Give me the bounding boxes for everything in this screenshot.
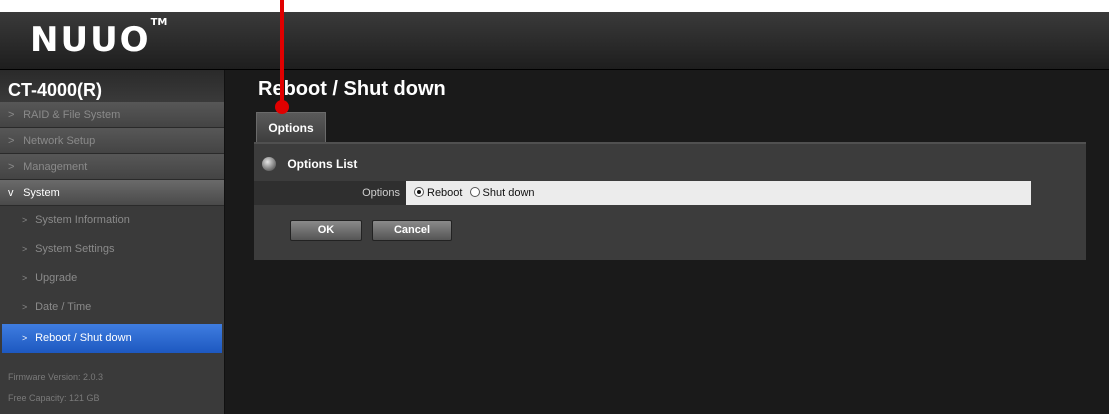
sidebar: CT-4000(R) > RAID & File System > Networ… (0, 70, 225, 414)
sidebar-subitem-upgrade[interactable]: > Upgrade (0, 264, 224, 293)
reboot-radio-option[interactable]: Reboot (414, 187, 466, 199)
app-window: NUUOTM CT-4000(R) > RAID & File System >… (0, 12, 1109, 414)
shut-down-label: Shut down (482, 187, 535, 199)
shut-down-radio-option[interactable]: Shut down (469, 187, 535, 199)
main-content: Reboot / Shut down Options Options List … (226, 70, 1109, 414)
options-label: Options (254, 181, 406, 205)
sidebar-item-label: RAID & File System (23, 109, 121, 121)
sidebar-subitem-system-settings[interactable]: > System Settings (0, 235, 224, 264)
options-panel: Options List Options Reboot Shut down OK… (254, 142, 1086, 260)
chevron-right-icon: > (22, 302, 28, 312)
options-list-bullet-icon (262, 157, 276, 171)
free-capacity: Free Capacity: 121 GB (8, 393, 100, 403)
chevron-right-icon: > (8, 161, 15, 173)
panel-header-label: Options List (287, 157, 358, 171)
sidebar-footer: Firmware Version: 2.0.3 Free Capacity: 1… (8, 367, 103, 409)
sidebar-subitem-system-information[interactable]: > System Information (0, 206, 224, 235)
tab-options[interactable]: Options (256, 112, 326, 142)
panel-header: Options List (262, 156, 357, 172)
chevron-down-icon: v (8, 187, 14, 199)
shut-down-radio[interactable] (469, 187, 480, 197)
annotation-pointer-line (280, 0, 284, 104)
nuuo-logo: NUUOTM (30, 16, 168, 60)
sidebar-item-label: Management (23, 161, 88, 173)
chevron-right-icon: > (22, 333, 28, 343)
sidebar-item-raid-file-system[interactable]: > RAID & File System (0, 102, 224, 128)
chevron-right-icon: > (22, 215, 28, 225)
options-radio-group: Reboot Shut down (406, 181, 1031, 205)
chevron-right-icon: > (8, 135, 15, 147)
sidebar-item-label: Network Setup (23, 135, 96, 147)
top-bar: NUUOTM (0, 12, 1109, 70)
reboot-radio[interactable] (414, 187, 424, 197)
chevron-right-icon: > (8, 109, 15, 121)
sidebar-item-management[interactable]: > Management (0, 154, 224, 180)
sidebar-item-network-setup[interactable]: > Network Setup (0, 128, 224, 154)
options-row: Options Reboot Shut down (254, 181, 1031, 205)
chevron-right-icon: > (22, 244, 28, 254)
ok-button[interactable]: OK (290, 220, 362, 241)
firmware-version: Firmware Version: 2.0.3 (8, 372, 104, 382)
sidebar-subitem-date-time[interactable]: > Date / Time (0, 293, 224, 322)
annotation-pointer-dot (275, 100, 289, 114)
sidebar-item-system[interactable]: v System (0, 180, 224, 206)
device-name: CT-4000(R) (0, 70, 224, 102)
page-title: Reboot / Shut down (258, 78, 446, 100)
sidebar-item-label: System (23, 187, 60, 199)
cancel-button[interactable]: Cancel (372, 220, 452, 241)
chevron-right-icon: > (22, 273, 28, 283)
reboot-label: Reboot (427, 187, 463, 199)
sidebar-subitem-reboot-shut-down[interactable]: > Reboot / Shut down (2, 324, 222, 353)
